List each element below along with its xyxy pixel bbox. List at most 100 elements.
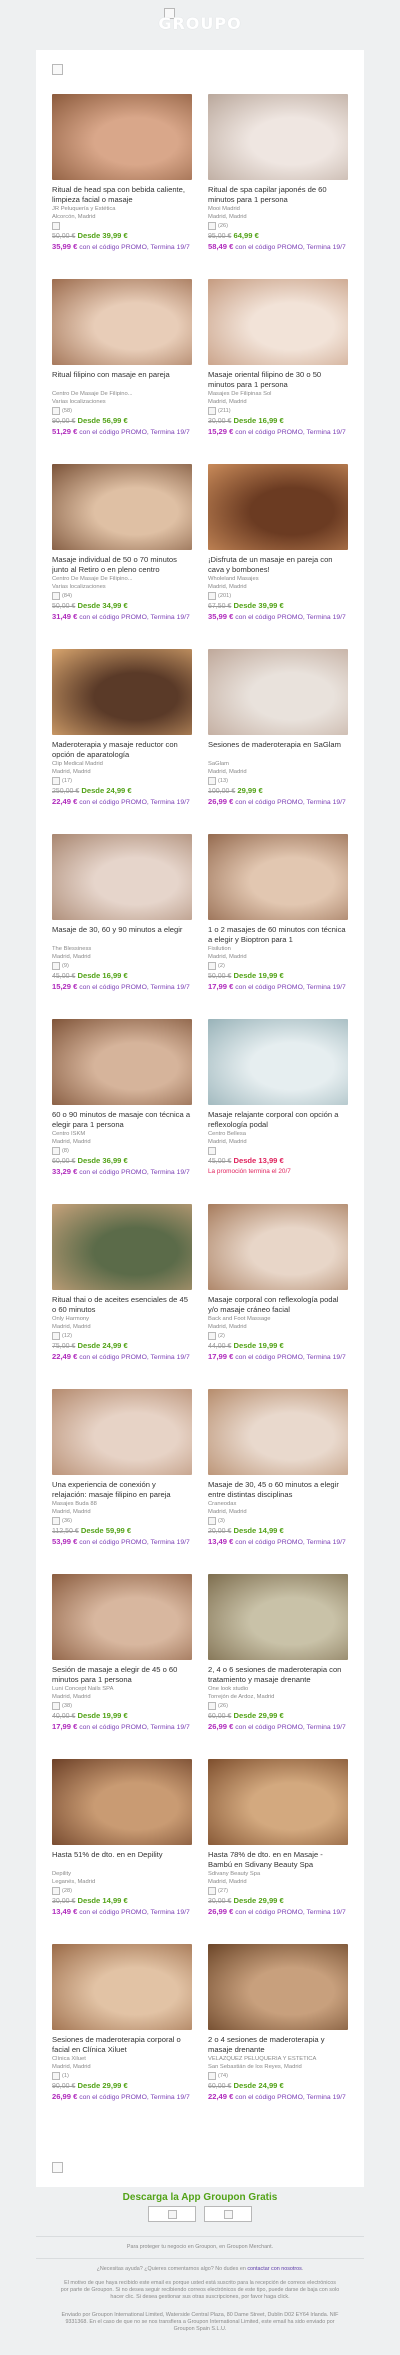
promo-price: 17,99 € <box>208 982 234 991</box>
deal-price: 64,99 € <box>233 231 259 240</box>
deal-card[interactable]: Ritual filipino con masaje en pareja Cent… <box>52 279 192 464</box>
deal-image[interactable] <box>208 1019 348 1105</box>
deal-image[interactable] <box>208 1574 348 1660</box>
original-price: 100,00 € <box>208 788 236 795</box>
deal-title[interactable]: Hasta 51% de dto. en en Depility <box>52 1850 192 1869</box>
deal-card[interactable]: 60 o 90 minutos de masaje con técnica a … <box>52 1019 192 1204</box>
deal-card[interactable]: Hasta 78% de dto. en en Masaje - Bambú e… <box>208 1759 348 1944</box>
deal-image[interactable] <box>208 1944 348 2030</box>
deal-card[interactable]: Sesión de masaje a elegir de 45 o 60 min… <box>52 1574 192 1759</box>
deal-prices: 67,50 € Desde 39,99 € <box>208 601 348 612</box>
google-play-badge[interactable] <box>204 2206 252 2222</box>
deal-rating: (38) <box>52 1702 192 1710</box>
app-download-title[interactable]: Descarga la App Groupon Gratis <box>0 2192 400 2203</box>
deal-card[interactable]: Una experiencia de conexión y relajación… <box>52 1389 192 1574</box>
deal-title[interactable]: Maderoterapia y masaje reductor con opci… <box>52 740 192 759</box>
footer-legal-1: El motivo de que haya recibido este emai… <box>60 2280 340 2301</box>
deal-title[interactable]: Sesiones de maderoterapia en SaGlam <box>208 740 348 759</box>
deal-image[interactable] <box>208 464 348 550</box>
deal-title[interactable]: Sesiones de maderoterapia corporal o fac… <box>52 2035 192 2054</box>
deal-card[interactable]: Ritual de head spa con bebida caliente, … <box>52 94 192 279</box>
deal-rating: (13) <box>208 777 348 785</box>
deal-title[interactable]: Masaje oriental filipino de 30 o 50 minu… <box>208 370 348 389</box>
deal-image[interactable] <box>52 1759 192 1845</box>
deal-rating: (74) <box>208 2072 348 2080</box>
groupon-logo[interactable]: GROUPO <box>0 14 400 33</box>
deal-card[interactable]: 1 o 2 masajes de 60 minutos con técnica … <box>208 834 348 1019</box>
deal-image[interactable] <box>208 279 348 365</box>
deal-image[interactable] <box>208 94 348 180</box>
deal-merchant-info: Fisilution Madrid, Madrid <box>208 946 348 961</box>
deal-card[interactable]: Masaje de 30, 45 o 60 minutos a elegir e… <box>208 1389 348 1574</box>
rating-count: (1) <box>62 2073 69 2079</box>
deal-title[interactable]: Masaje de 30, 45 o 60 minutos a elegir e… <box>208 1480 348 1499</box>
deal-image[interactable] <box>52 464 192 550</box>
deal-title[interactable]: Una experiencia de conexión y relajación… <box>52 1480 192 1499</box>
deal-image[interactable] <box>208 1389 348 1475</box>
footer-contact: ¿Necesitas ayuda? ¿Quieres comentarnos a… <box>96 2266 304 2272</box>
deal-card[interactable]: Hasta 51% de dto. en en Depility Depility… <box>52 1759 192 1944</box>
promo-code-line: 26,99 € con el código PROMO, Termina 19/… <box>52 2092 192 2102</box>
deal-title[interactable]: Ritual filipino con masaje en pareja <box>52 370 192 389</box>
deal-card[interactable]: Masaje relajante corporal con opción a r… <box>208 1019 348 1204</box>
deal-title[interactable]: 1 o 2 masajes de 60 minutos con técnica … <box>208 925 348 944</box>
deal-prices: 90,00 € Desde 29,99 € <box>52 2081 192 2092</box>
deal-card[interactable]: Sesiones de maderoterapia en SaGlam SaGla… <box>208 649 348 834</box>
deal-title[interactable]: Masaje de 30, 60 y 90 minutos a elegir <box>52 925 192 944</box>
deal-card[interactable]: Masaje corporal con reflexología podal y… <box>208 1204 348 1389</box>
rating-stars-icon <box>208 1702 216 1710</box>
promo-text: con el código PROMO, Termina 19/7 <box>79 244 190 251</box>
deal-image[interactable] <box>52 94 192 180</box>
deal-card[interactable]: 2 o 4 sesiones de maderoterapia y masaje… <box>208 1944 348 2129</box>
deal-image[interactable] <box>52 1204 192 1290</box>
email-card: Ritual de head spa con bebida caliente, … <box>36 50 364 2187</box>
deal-card[interactable]: 2, 4 o 6 sesiones de maderoterapia con t… <box>208 1574 348 1759</box>
deal-card[interactable]: Maderoterapia y masaje reductor con opci… <box>52 649 192 834</box>
deal-image[interactable] <box>208 1204 348 1290</box>
rating-stars-icon <box>208 2072 216 2080</box>
deal-title[interactable]: Ritual de spa capilar japonés de 60 minu… <box>208 185 348 204</box>
deal-image[interactable] <box>52 1944 192 2030</box>
deal-rating: (2) <box>208 962 348 970</box>
deal-image[interactable] <box>52 834 192 920</box>
deal-title[interactable]: Ritual thai o de aceites esenciales de 4… <box>52 1295 192 1314</box>
deal-title[interactable]: Masaje individual de 50 o 70 minutos jun… <box>52 555 192 574</box>
deal-title[interactable]: 60 o 90 minutos de masaje con técnica a … <box>52 1110 192 1129</box>
rating-count: (58) <box>62 408 72 414</box>
deal-title[interactable]: Hasta 78% de dto. en en Masaje - Bambú e… <box>208 1850 348 1869</box>
deal-image[interactable] <box>52 1574 192 1660</box>
deal-title[interactable]: Masaje corporal con reflexología podal y… <box>208 1295 348 1314</box>
deal-title[interactable]: Ritual de head spa con bebida caliente, … <box>52 185 192 204</box>
deal-card[interactable]: Sesiones de maderoterapia corporal o fac… <box>52 1944 192 2129</box>
deal-title[interactable]: 2 o 4 sesiones de maderoterapia y masaje… <box>208 2035 348 2054</box>
app-store-badge[interactable] <box>148 2206 196 2222</box>
deal-merchant-info: Clip Medical Madrid Madrid, Madrid <box>52 761 192 776</box>
deal-image[interactable] <box>52 279 192 365</box>
deal-merchant-info: Wholeland Masajes Madrid, Madrid <box>208 576 348 591</box>
deal-image[interactable] <box>52 1389 192 1475</box>
promo-price: 26,99 € <box>208 1907 234 1916</box>
deal-image[interactable] <box>208 834 348 920</box>
deal-image[interactable] <box>52 649 192 735</box>
deal-card[interactable]: ¡Disfruta de un masaje en pareja con cav… <box>208 464 348 649</box>
promo-code-line: 35,99 € con el código PROMO, Termina 19/… <box>208 612 348 622</box>
deal-image[interactable] <box>208 649 348 735</box>
original-price: 45,00 € <box>208 1158 232 1165</box>
deal-card[interactable]: Ritual de spa capilar japonés de 60 minu… <box>208 94 348 279</box>
deal-image[interactable] <box>208 1759 348 1845</box>
deal-title[interactable]: Sesión de masaje a elegir de 45 o 60 min… <box>52 1665 192 1684</box>
deal-card[interactable]: Masaje individual de 50 o 70 minutos jun… <box>52 464 192 649</box>
promo-text: con el código PROMO, Termina 19/7 <box>79 1909 190 1916</box>
deal-image[interactable] <box>52 1019 192 1105</box>
promo-text: con el código PROMO, Termina 19/7 <box>235 1724 346 1731</box>
contact-link[interactable]: contactar con nosotros <box>247 2266 302 2272</box>
deal-location: Madrid, Madrid <box>208 1508 247 1515</box>
deal-title[interactable]: 2, 4 o 6 sesiones de maderoterapia con t… <box>208 1665 348 1684</box>
deal-title[interactable]: Masaje relajante corporal con opción a r… <box>208 1110 348 1129</box>
deal-card[interactable]: Masaje de 30, 60 y 90 minutos a elegir Th… <box>52 834 192 1019</box>
promo-price: 26,99 € <box>208 1722 234 1731</box>
deal-card[interactable]: Ritual thai o de aceites esenciales de 4… <box>52 1204 192 1389</box>
deal-card[interactable]: Masaje oriental filipino de 30 o 50 minu… <box>208 279 348 464</box>
deal-title[interactable]: ¡Disfruta de un masaje en pareja con cav… <box>208 555 348 574</box>
promo-text: con el código PROMO, Termina 19/7 <box>79 984 190 991</box>
